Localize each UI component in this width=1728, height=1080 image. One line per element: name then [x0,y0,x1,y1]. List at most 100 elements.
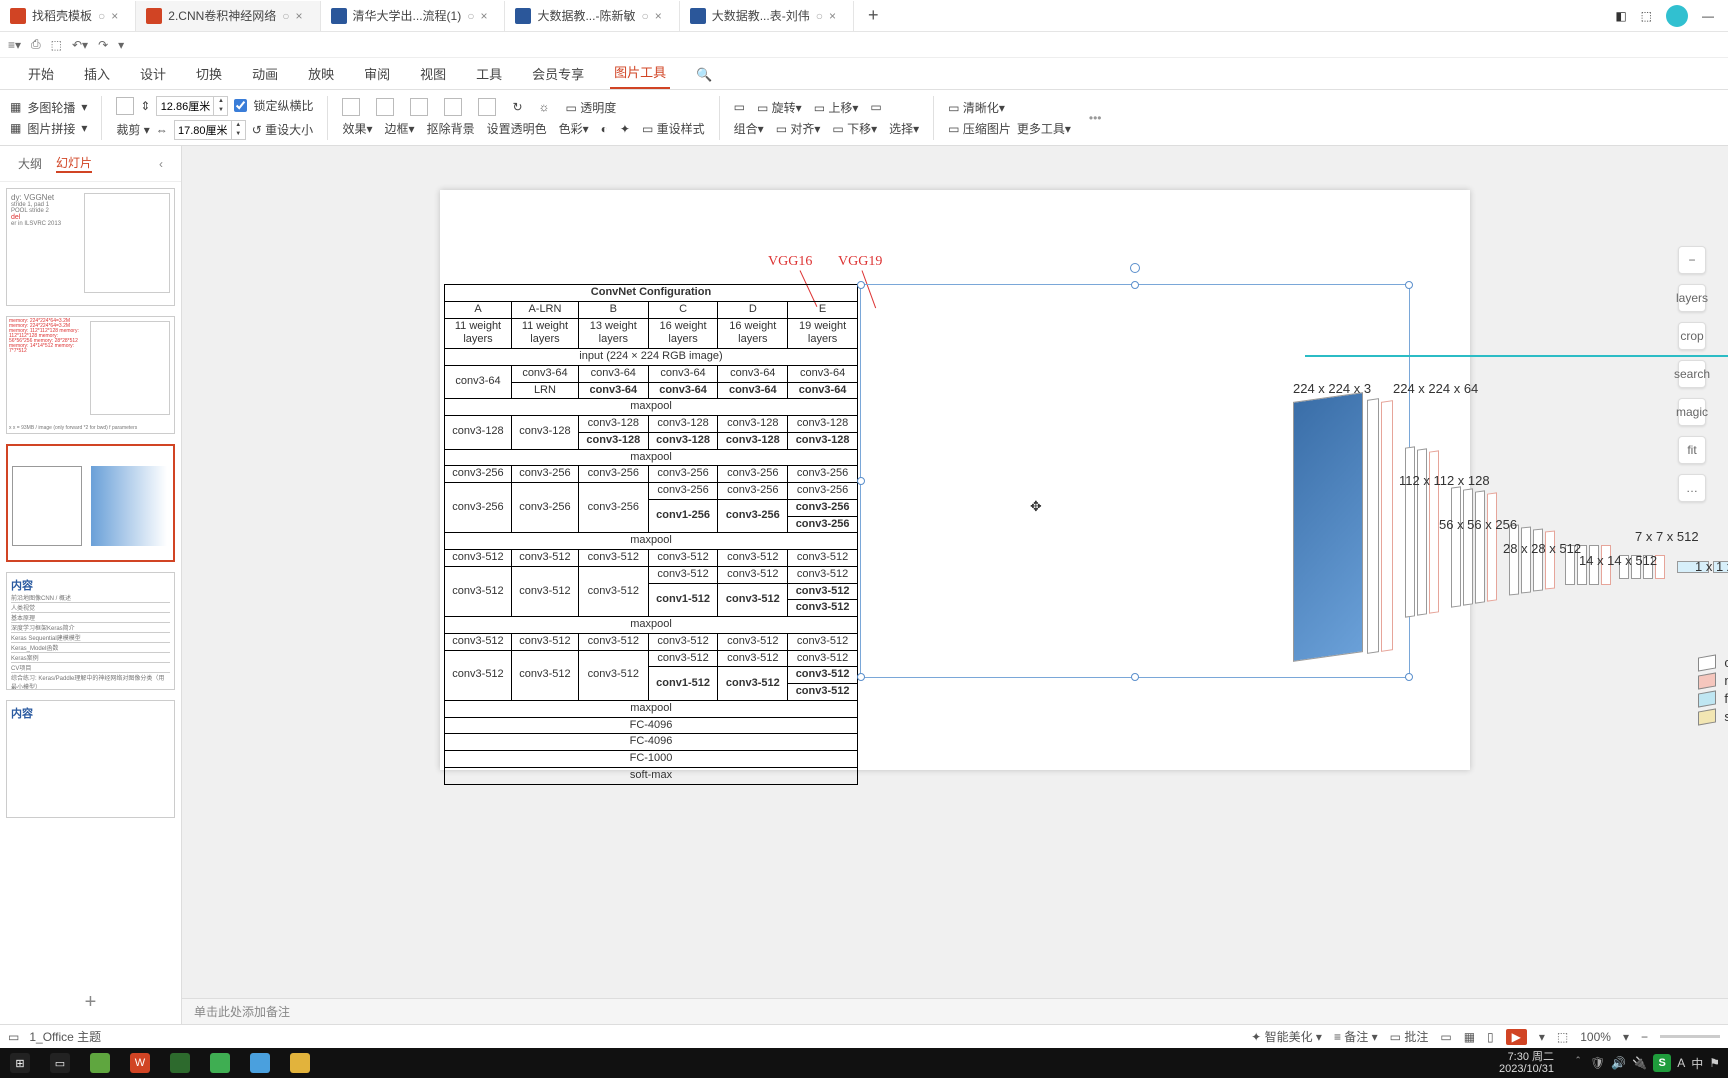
more-icon[interactable]: ••• [1089,111,1102,125]
qa-preview-icon[interactable]: ⬚ [51,38,62,52]
view-reading-icon[interactable]: ▯ [1487,1030,1494,1044]
taskbar-item[interactable]: W [120,1048,160,1078]
multi-rotate-button[interactable]: ▦ 多图轮播 ▾ [10,99,87,116]
new-tab-button[interactable]: + [854,5,893,26]
reset-size-button[interactable]: ↺ 重设大小 [252,121,313,138]
slide[interactable]: VGG16 VGG19 ConvNet ConfigurationAA-LRNB… [440,190,1470,770]
reset-style-button[interactable]: ▭ 重设样式 [642,120,705,137]
slide-thumb[interactable]: 内容前沿地图像CNN / 概述人类视觉基本原理深度学习框架Keras简介Kera… [6,572,175,690]
taskbar-item[interactable]: ⊞ [0,1048,40,1078]
qa-dropdown-icon[interactable]: ▾ [118,38,124,52]
window-minimize-icon[interactable]: — [1702,9,1714,23]
collapse-panel-icon[interactable]: ‹ [159,157,163,171]
more-tools-button[interactable]: 更多工具▾ [1017,120,1071,137]
ribbon-tab[interactable]: 放映 [304,58,338,89]
sidebar-toggle-icon[interactable]: ◧ [1615,9,1626,23]
notes-button[interactable]: ≡ 备注 ▾ [1334,1028,1378,1045]
close-icon[interactable]: × [829,9,843,23]
taskbar-item[interactable] [240,1048,280,1078]
qa-undo-icon[interactable]: ↶▾ [72,38,88,52]
zoom-slider[interactable] [1660,1035,1720,1038]
crop-button[interactable]: 裁剪 ▾ [116,121,149,138]
trans-button[interactable]: ▭ 透明度 [566,99,617,116]
taskbar-item[interactable] [80,1048,120,1078]
ribbon-tab[interactable]: 会员专享 [528,58,588,89]
slide-thumb[interactable] [6,444,175,562]
ribbon-tab[interactable]: 设计 [136,58,170,89]
taskbar-item[interactable] [160,1048,200,1078]
refresh-icon[interactable]: ↻ [512,100,522,114]
border-button[interactable]: 边框▾ [385,120,415,137]
compress-button[interactable]: ▭ 压缩图片 [948,120,1011,137]
ribbon-tab[interactable]: 动画 [248,58,282,89]
group-button[interactable]: 组合▾ [734,120,764,137]
taskbar-item[interactable] [280,1048,320,1078]
float-tool[interactable]: layers [1678,284,1706,312]
doc-tab[interactable]: 大数据教...表-刘伟○× [680,1,854,31]
close-icon[interactable]: × [111,9,125,23]
align-button[interactable]: ▭ 对齐▾ [776,120,821,137]
float-tool[interactable]: fit [1678,436,1706,464]
focus-icon[interactable]: ⬚ [1557,1030,1568,1044]
brightness-icon[interactable]: ☼ [539,100,550,114]
sun-icon[interactable]: ✦ [620,122,630,136]
float-tool[interactable]: search [1678,360,1706,388]
slideshow-button[interactable]: ▶ [1506,1029,1527,1045]
float-tool[interactable]: magic [1678,398,1706,426]
float-tool[interactable]: … [1678,474,1706,502]
removebg-button[interactable]: 抠除背景 [427,120,475,137]
sharpen-button[interactable]: ▭ 清晰化▾ [948,99,1005,116]
width-input[interactable]: ▲▼ [174,120,246,140]
taskbar-item[interactable] [200,1048,240,1078]
slide-thumb[interactable]: 内容 [6,700,175,818]
view-normal-icon[interactable]: ▭ [1440,1030,1451,1044]
close-icon[interactable]: × [296,9,310,23]
movedown-button[interactable]: ▭ 下移▾ [832,120,877,137]
ribbon-tab-active[interactable]: 图片工具 [610,56,670,89]
moveup-button[interactable]: ▭ 上移▾ [814,99,859,116]
float-tool[interactable]: crop [1678,322,1706,350]
doc-tab[interactable]: 找稻壳模板○× [0,1,136,31]
notes-area[interactable]: 单击此处添加备注 [182,998,1728,1024]
contrast-icon[interactable]: ◐ [601,122,608,136]
close-icon[interactable]: × [480,9,494,23]
doc-tab[interactable]: 大数据教...-陈新敏○× [505,1,679,31]
ribbon-tab[interactable]: 插入 [80,58,114,89]
ime-area[interactable]: ＾ 🛡 🔊 🔌 S A 中 ⚑ [1564,1054,1728,1072]
image-join-button[interactable]: ▦ 图片拼接 ▾ [10,120,87,137]
taskbar-item[interactable]: ▭ [40,1048,80,1078]
rotate-handle[interactable] [1130,263,1140,273]
zoom-out-icon[interactable]: − [1641,1030,1648,1044]
beautify-button[interactable]: ✦ 智能美化 ▾ [1251,1028,1322,1045]
close-icon[interactable]: × [655,9,669,23]
color-button[interactable]: 色彩▾ [559,120,589,137]
menu-icon[interactable]: ≡▾ [8,38,21,52]
ribbon-tab[interactable]: 审阅 [360,58,394,89]
doc-tab[interactable]: 清华大学出...流程(1)○× [321,1,506,31]
ribbon-search-icon[interactable]: 🔍 [692,61,716,89]
clock[interactable]: 7:30 周二 2023/10/31 [1489,1051,1564,1075]
ribbon-tab[interactable]: 工具 [472,58,506,89]
outline-tab[interactable]: 大纲 [18,155,42,172]
zoom-label[interactable]: 100% [1580,1030,1611,1044]
ribbon-tab[interactable]: 开始 [24,58,58,89]
select-button[interactable]: 选择▾ [889,120,919,137]
add-slide-button[interactable]: + [0,981,181,1024]
height-input[interactable]: ▲▼ [156,96,228,116]
view-sorter-icon[interactable]: ▦ [1464,1030,1475,1044]
effect-button[interactable]: 效果▾ [342,120,372,137]
ribbon-tab[interactable]: 视图 [416,58,450,89]
slides-tab[interactable]: 幻灯片 [56,154,92,173]
slide-thumb[interactable]: dy: VGGNetstride 1, pad 1 POOL stride 2d… [6,188,175,306]
lock-ratio-checkbox[interactable] [234,99,247,112]
comments-button[interactable]: ▭ 批注 [1390,1028,1429,1045]
cube-icon[interactable]: ⬚ [1641,9,1652,23]
ribbon-tab[interactable]: 切换 [192,58,226,89]
set-transparent-button[interactable]: 设置透明色 [487,120,547,137]
qa-print-icon[interactable]: ⎙ [31,37,41,52]
slide-thumb[interactable]: memory: 224*224*64=3.2M memory: 224*224*… [6,316,175,434]
qa-redo-icon[interactable]: ↷ [98,38,108,52]
doc-tab[interactable]: 2.CNN卷积神经网络○× [136,1,320,31]
theme-icon[interactable]: ▭ [8,1030,19,1044]
user-avatar[interactable] [1666,5,1688,27]
